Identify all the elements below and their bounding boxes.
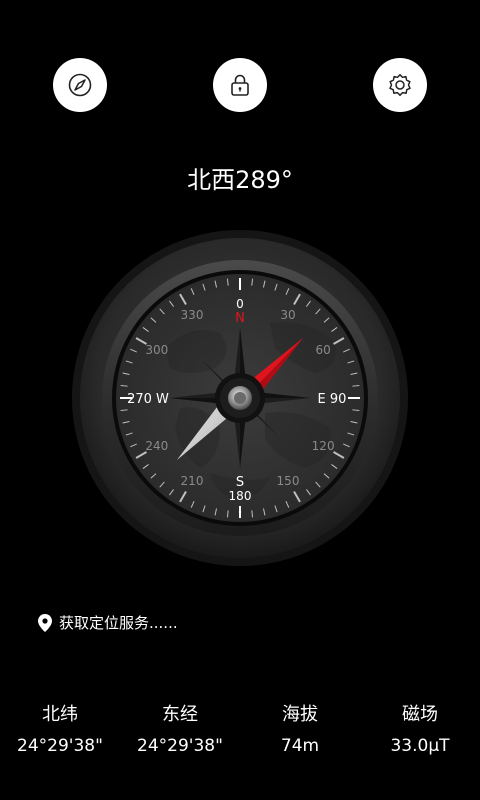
lock-icon	[231, 74, 249, 96]
compass-button[interactable]	[53, 58, 107, 112]
lock-button[interactable]	[213, 58, 267, 112]
stat-latitude: 北纬 24°29'38"	[0, 700, 120, 756]
degree-label: 150	[277, 474, 300, 488]
degree-label: 120	[312, 439, 335, 453]
stat-label: 东经	[162, 704, 198, 725]
gear-icon	[389, 73, 411, 96]
location-pin-icon	[38, 613, 52, 632]
stat-label: 北纬	[42, 704, 78, 725]
degree-label: 330	[181, 308, 204, 322]
north-label: N	[235, 311, 245, 326]
stat-value: 24°29'38"	[17, 736, 103, 756]
stat-label: 磁场	[402, 704, 438, 725]
west-label: 270 W	[127, 392, 169, 407]
degree-label: 60	[315, 343, 330, 357]
degree-label: 240	[145, 439, 168, 453]
stat-altitude: 海拔 74m	[240, 700, 360, 756]
degree-label: 300	[145, 343, 168, 357]
stat-longitude: 东经 24°29'38"	[120, 700, 240, 756]
degree-label: 30	[280, 308, 295, 322]
settings-button[interactable]	[373, 58, 427, 112]
stat-value: 24°29'38"	[137, 736, 223, 756]
compass-graphic: 30 60 120 150 210 240 300 330 0N S180 E 90 270 W	[72, 230, 408, 566]
south-label: S	[236, 475, 244, 490]
south-degree-label: 180	[229, 489, 252, 503]
compass-dial: 30 60 120 150 210 240 300 330 0 N S 180 E 90 270 W	[70, 228, 410, 568]
location-status-text: 获取定位服务......	[59, 614, 178, 632]
degree-label: 210	[181, 474, 204, 488]
stat-value: 33.0μT	[390, 736, 450, 756]
needle-hub-center	[234, 392, 246, 404]
location-status: 获取定位服务......	[38, 612, 178, 633]
east-label: E 90	[318, 392, 347, 407]
north-degree-label: 0	[236, 297, 244, 311]
stat-magnetic-field: 磁场 33.0μT	[360, 700, 480, 756]
sensor-stats: 北纬 24°29'38" 东经 24°29'38" 海拔 74m 磁场 33.0…	[0, 700, 480, 780]
stat-label: 海拔	[282, 704, 318, 725]
stat-value: 74m	[280, 736, 320, 756]
heading-readout: 北西289°	[187, 166, 293, 194]
compass-icon	[68, 73, 92, 97]
